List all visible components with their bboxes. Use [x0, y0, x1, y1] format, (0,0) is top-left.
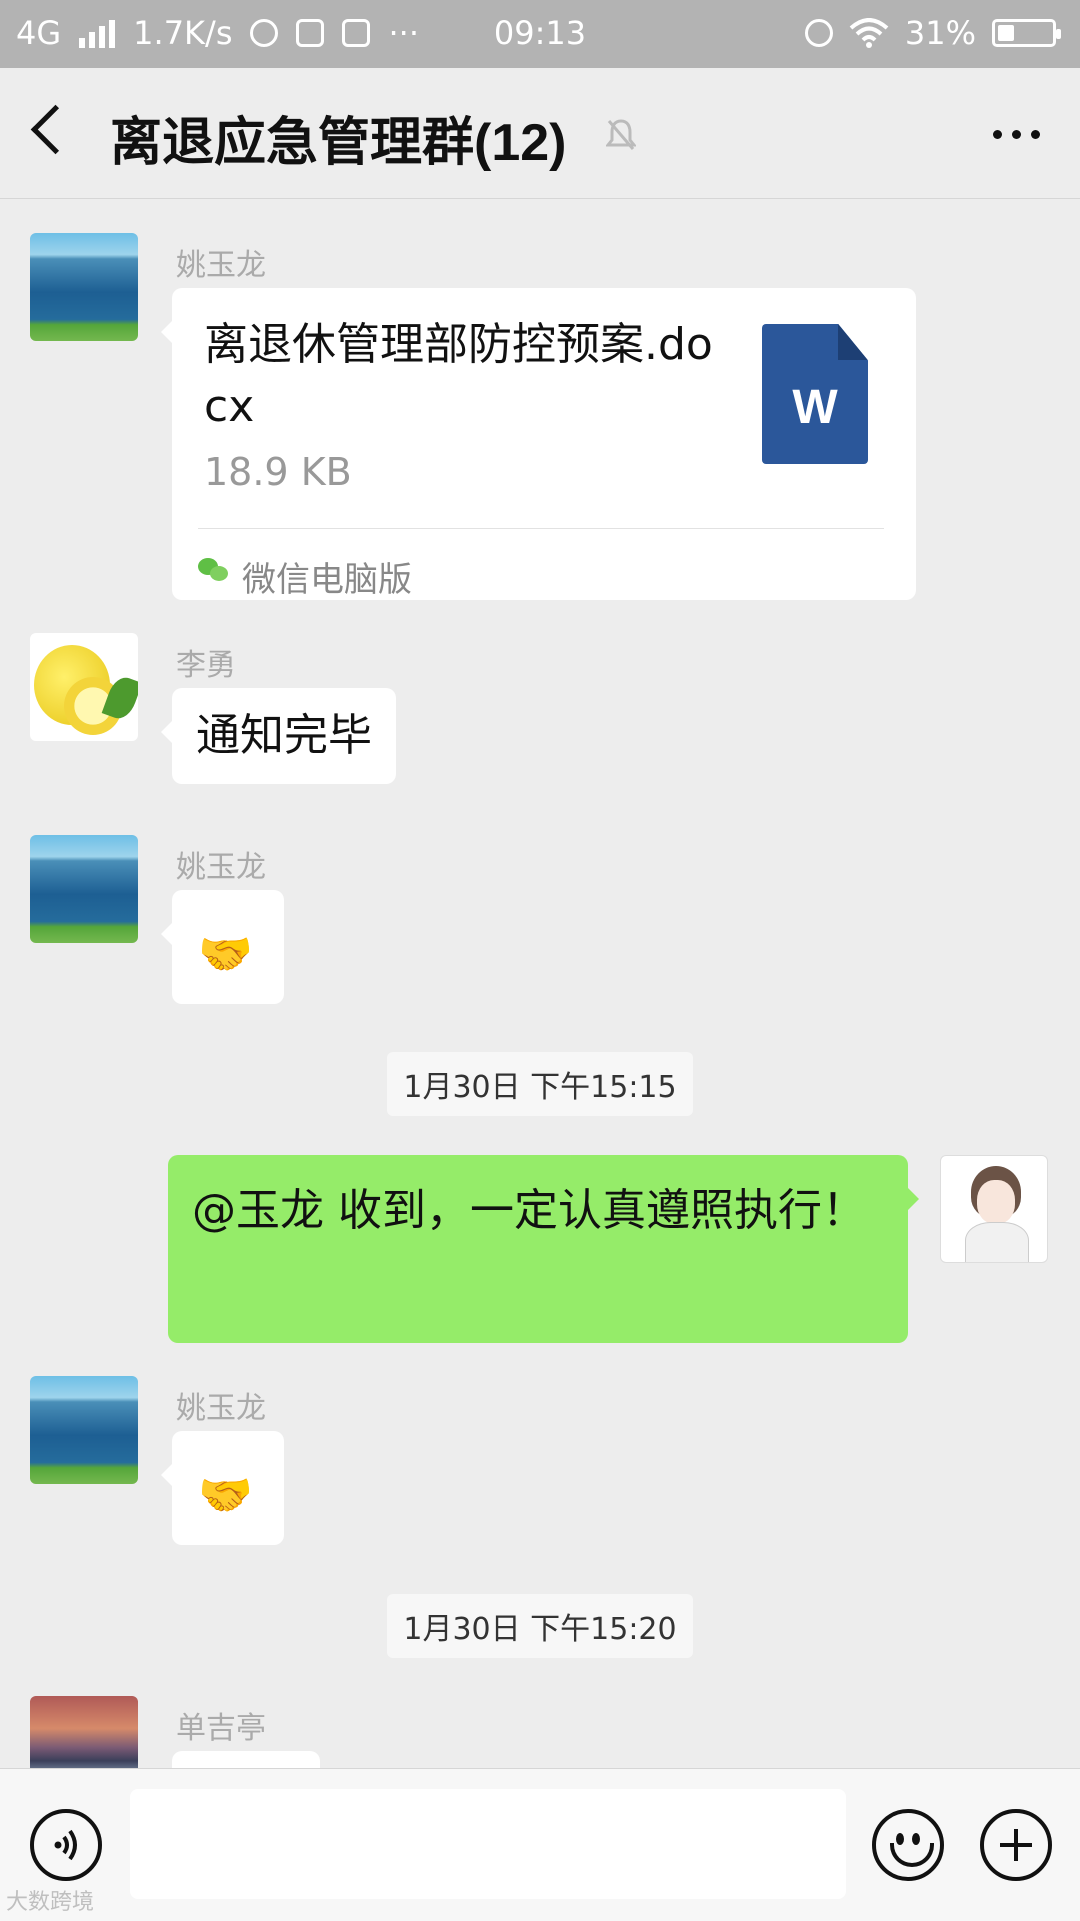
sender-name: 单吉亭	[176, 1711, 266, 1746]
file-source: 微信电脑版	[242, 560, 412, 600]
word-document-icon: W	[762, 324, 868, 464]
mute-bell-icon	[606, 119, 636, 150]
timestamp: 1月30日 下午15:20	[0, 1594, 1080, 1658]
status-bar: 4G 1.7K/s ··· 09:13 31%	[0, 0, 1080, 68]
wechat-icon	[198, 558, 228, 584]
emoji-icon[interactable]	[872, 1809, 944, 1881]
file-size: 18.9 KB	[204, 450, 352, 494]
message-text: 通知完毕	[196, 710, 372, 761]
chat-header: 离退应急管理群(12)	[0, 68, 1080, 199]
message-text: @玉龙 收到，一定认真遵照执行！	[192, 1185, 866, 1236]
battery-fill	[998, 25, 1014, 41]
avatar[interactable]	[30, 633, 138, 741]
sender-name: 姚玉龙	[176, 248, 266, 283]
alarm-icon	[804, 19, 833, 47]
handshake-emoji: 🤝	[198, 929, 253, 980]
plus-icon[interactable]	[980, 1809, 1052, 1881]
emoji-message[interactable]: 🤝	[161, 890, 284, 1004]
avatar[interactable]	[30, 1376, 138, 1484]
input-bar	[0, 1768, 1080, 1921]
more-options-icon[interactable]	[993, 130, 1040, 139]
divider	[198, 528, 884, 529]
timestamp: 1月30日 下午15:15	[0, 1052, 1080, 1116]
my-avatar[interactable]	[940, 1155, 1048, 1263]
back-arrow-icon[interactable]	[30, 104, 81, 155]
message-list[interactable]: 姚玉龙 离退休管理部防控预案.docx 18.9 KB W 微信电脑版 李勇 通…	[0, 198, 1080, 1768]
sender-name: 姚玉龙	[176, 850, 266, 885]
avatar[interactable]	[30, 835, 138, 943]
text-message[interactable]: 通知完毕	[161, 688, 396, 784]
battery-percent: 31%	[904, 14, 976, 52]
battery-icon	[992, 19, 1061, 47]
file-message[interactable]: 离退休管理部防控预案.docx 18.9 KB W 微信电脑版	[161, 288, 916, 600]
handshake-emoji: 🤝	[198, 1470, 253, 1521]
text-message[interactable]	[172, 1751, 320, 1768]
avatar[interactable]	[30, 1696, 138, 1768]
sender-name: 姚玉龙	[176, 1391, 266, 1426]
chat-title: 离退应急管理群(12)	[110, 114, 567, 172]
watermark: 大数跨境	[6, 1890, 95, 1915]
avatar[interactable]	[30, 233, 138, 341]
message-input[interactable]	[130, 1789, 846, 1899]
emoji-message[interactable]: 🤝	[161, 1431, 284, 1545]
file-name: 离退休管理部防控预案.docx	[204, 319, 713, 432]
wifi-icon	[849, 18, 889, 48]
sender-name: 李勇	[176, 648, 236, 683]
voice-input-icon[interactable]	[30, 1809, 102, 1881]
sent-text-message[interactable]: @玉龙 收到，一定认真遵照执行！	[168, 1155, 919, 1343]
